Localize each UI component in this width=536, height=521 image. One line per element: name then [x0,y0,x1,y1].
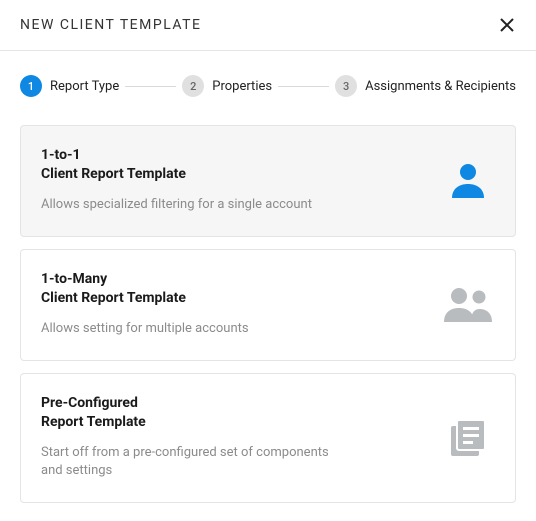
close-button[interactable] [494,12,520,38]
option-text: Pre-Configured Report Template Start off… [41,394,441,480]
option-title-line1: Pre-Configured [41,395,138,411]
option-title: 1-to-1 Client Report Template [41,146,429,184]
step-assignments-recipients[interactable]: 3 Assignments & Recipients [335,75,516,97]
template-options: 1-to-1 Client Report Template Allows spe… [0,125,536,503]
option-title-line2: Client Report Template [41,166,186,182]
step-label: Report Type [50,79,119,94]
close-icon [498,16,516,34]
option-1to1[interactable]: 1-to-1 Client Report Template Allows spe… [20,125,516,237]
option-preconfigured[interactable]: Pre-Configured Report Template Start off… [20,373,516,503]
multi-user-icon [441,284,495,324]
option-title-line2: Client Report Template [41,290,186,306]
option-text: 1-to-1 Client Report Template Allows spe… [41,146,441,214]
step-number: 3 [335,75,357,97]
step-number: 2 [182,75,204,97]
document-icon [441,414,495,460]
option-title: 1-to-Many Client Report Template [41,270,429,308]
option-1tomany[interactable]: 1-to-Many Client Report Template Allows … [20,249,516,361]
option-description: Allows setting for multiple accounts [41,320,341,338]
dialog-header: NEW CLIENT TEMPLATE [0,0,536,51]
step-connector [278,86,329,87]
dialog-title: NEW CLIENT TEMPLATE [20,17,201,33]
wizard-stepper: 1 Report Type 2 Properties 3 Assignments… [0,51,536,125]
option-text: 1-to-Many Client Report Template Allows … [41,270,441,338]
option-title-line1: 1-to-1 [41,147,81,163]
step-properties[interactable]: 2 Properties [182,75,272,97]
step-number: 1 [20,75,42,97]
step-report-type[interactable]: 1 Report Type [20,75,119,97]
step-connector [125,86,176,87]
option-description: Allows specialized filtering for a singl… [41,196,341,214]
step-label: Assignments & Recipients [365,79,516,94]
single-user-icon [441,158,495,202]
option-title-line2: Report Template [41,414,146,430]
step-label: Properties [212,79,272,94]
option-title: Pre-Configured Report Template [41,394,429,432]
option-description: Start off from a pre-configured set of c… [41,444,341,480]
option-title-line1: 1-to-Many [41,271,107,287]
